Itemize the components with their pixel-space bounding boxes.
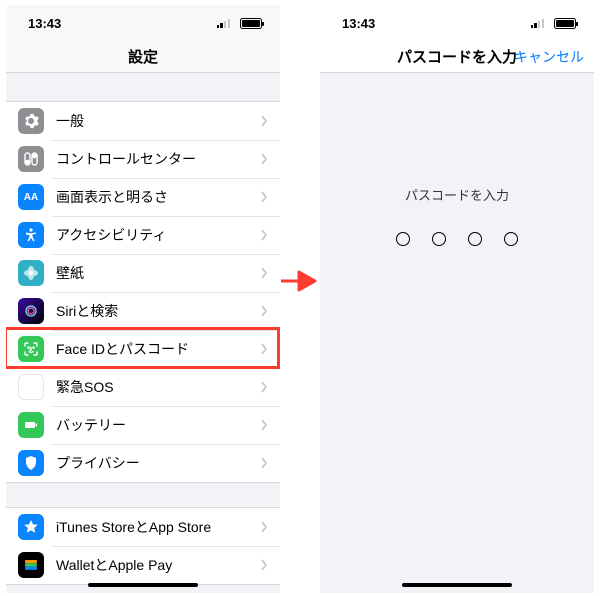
settings-row-label: 緊急SOS xyxy=(56,377,260,397)
faceid-icon xyxy=(18,336,44,362)
settings-group-2: iTunes StoreとApp Store WalletとApple Pay xyxy=(6,507,280,585)
privacy-icon xyxy=(18,450,44,476)
controlcenter-icon xyxy=(18,146,44,172)
arrow-icon xyxy=(281,270,317,292)
status-indicators xyxy=(531,16,576,31)
cancel-button[interactable]: キャンセル xyxy=(514,47,584,67)
status-time: 13:43 xyxy=(342,16,375,31)
settings-row-label: アクセシビリティ xyxy=(56,225,260,245)
passcode-dot xyxy=(468,232,482,246)
chevron-right-icon xyxy=(260,343,280,355)
chevron-right-icon xyxy=(260,115,280,127)
passcode-screen: 13:43 パスコードを入力 キャンセル パスコードを入力 xyxy=(320,5,594,593)
battery-icon xyxy=(18,412,44,438)
battery-icon xyxy=(240,18,262,29)
chevron-right-icon xyxy=(260,457,280,469)
passcode-dots[interactable] xyxy=(320,232,594,246)
wallpaper-icon xyxy=(18,260,44,286)
passcode-dot xyxy=(504,232,518,246)
cellular-icon xyxy=(531,18,544,28)
settings-row-label: バッテリー xyxy=(56,415,260,435)
settings-row-controlcenter[interactable]: コントロールセンター xyxy=(6,140,280,178)
chevron-right-icon xyxy=(260,419,280,431)
battery-icon xyxy=(554,18,576,29)
status-indicators xyxy=(217,16,262,31)
settings-row-privacy[interactable]: プライバシー xyxy=(6,444,280,482)
settings-row-faceid[interactable]: Face IDとパスコード xyxy=(6,330,280,368)
settings-row-label: Face IDとパスコード xyxy=(56,339,260,359)
general-icon xyxy=(18,108,44,134)
status-bar: 13:43 xyxy=(6,5,280,41)
settings-row-general[interactable]: 一般 xyxy=(6,102,280,140)
page-title: パスコードを入力 xyxy=(397,46,517,67)
settings-row-label: Siriと検索 xyxy=(56,301,260,321)
chevron-right-icon xyxy=(260,191,280,203)
settings-row-wallpaper[interactable]: 壁紙 xyxy=(6,254,280,292)
settings-row-label: WalletとApple Pay xyxy=(56,555,260,575)
chevron-right-icon xyxy=(260,305,280,317)
accessibility-icon xyxy=(18,222,44,248)
display-icon: AA xyxy=(18,184,44,210)
chevron-right-icon xyxy=(260,559,280,571)
status-time: 13:43 xyxy=(28,16,61,31)
chevron-right-icon xyxy=(260,229,280,241)
passcode-dot xyxy=(432,232,446,246)
page-title: 設定 xyxy=(128,46,158,67)
chevron-right-icon xyxy=(260,521,280,533)
nav-bar: パスコードを入力 キャンセル xyxy=(320,41,594,73)
settings-row-accessibility[interactable]: アクセシビリティ xyxy=(6,216,280,254)
status-bar: 13:43 xyxy=(320,5,594,41)
passcode-area: パスコードを入力 xyxy=(320,73,594,246)
settings-row-label: 一般 xyxy=(56,111,260,131)
settings-row-wallet[interactable]: WalletとApple Pay xyxy=(6,546,280,584)
home-indicator xyxy=(402,583,512,587)
settings-row-battery[interactable]: バッテリー xyxy=(6,406,280,444)
sos-icon: SOS xyxy=(18,374,44,400)
settings-row-label: 画面表示と明るさ xyxy=(56,187,260,207)
spacer xyxy=(6,483,280,507)
passcode-dot xyxy=(396,232,410,246)
wallet-icon xyxy=(18,552,44,578)
chevron-right-icon xyxy=(260,381,280,393)
settings-row-display[interactable]: AA 画面表示と明るさ xyxy=(6,178,280,216)
settings-row-label: 壁紙 xyxy=(56,263,260,283)
cellular-icon xyxy=(217,18,230,28)
settings-row-siri[interactable]: Siriと検索 xyxy=(6,292,280,330)
settings-row-itunes[interactable]: iTunes StoreとApp Store xyxy=(6,508,280,546)
settings-row-label: コントロールセンター xyxy=(56,149,260,169)
siri-icon xyxy=(18,298,44,324)
chevron-right-icon xyxy=(260,267,280,279)
settings-row-label: iTunes StoreとApp Store xyxy=(56,517,260,537)
settings-row-sos[interactable]: SOS 緊急SOS xyxy=(6,368,280,406)
chevron-right-icon xyxy=(260,153,280,165)
passcode-prompt: パスコードを入力 xyxy=(320,185,594,204)
spacer xyxy=(6,73,280,101)
home-indicator xyxy=(88,583,198,587)
settings-group-1: 一般コントロールセンター AA 画面表示と明るさアクセシビリティ壁紙 Siriと検索 F… xyxy=(6,101,280,483)
settings-row-label: プライバシー xyxy=(56,453,260,473)
itunes-icon xyxy=(18,514,44,540)
settings-screen: 13:43 設定 一般コントロールセンター AA 画面表示と明るさアクセシビリティ壁… xyxy=(6,5,280,593)
nav-bar: 設定 xyxy=(6,41,280,73)
